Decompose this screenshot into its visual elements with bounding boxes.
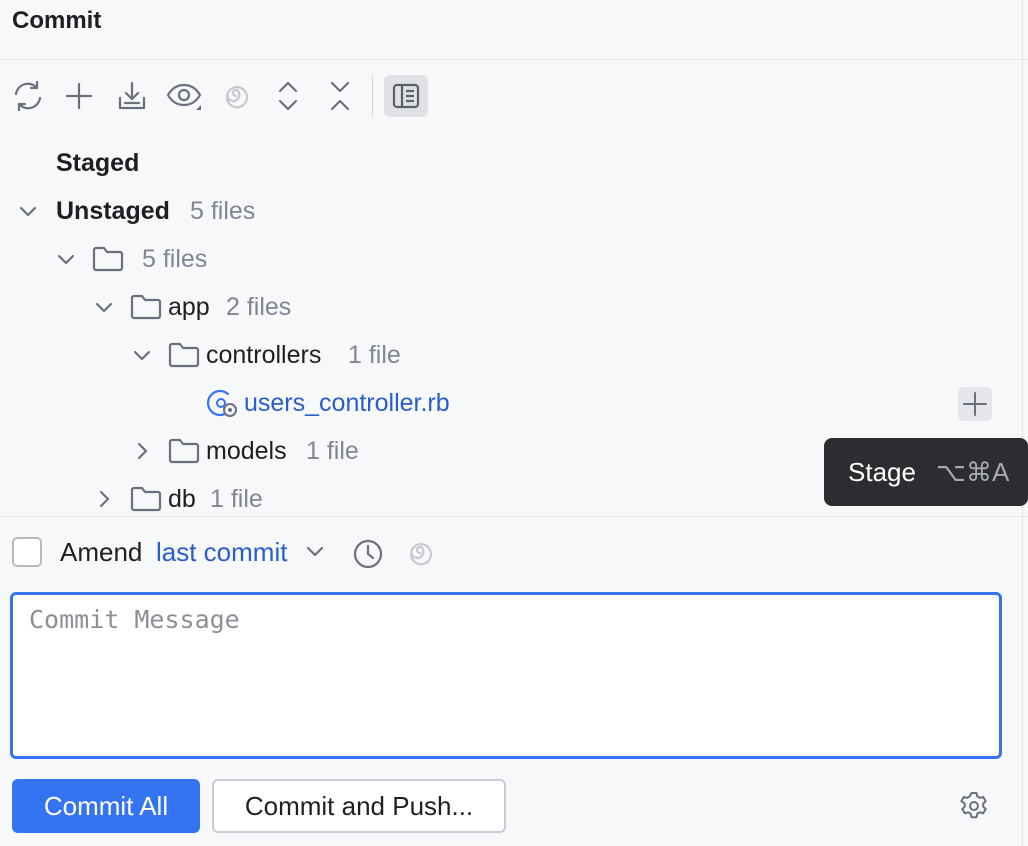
folder-icon [168, 438, 200, 464]
preview-panel-icon [392, 83, 420, 109]
tree-node-app[interactable]: app 2 files [0, 283, 1028, 331]
view-options-button[interactable] [164, 76, 204, 116]
gear-icon[interactable] [958, 790, 990, 822]
eye-icon [166, 80, 202, 112]
collapse-all-button[interactable] [320, 76, 360, 116]
unstaged-count: 5 files [190, 197, 256, 225]
download-icon [116, 80, 148, 112]
users-controller-file-label: users_controller.rb [244, 389, 450, 417]
chevron-down-icon[interactable] [54, 247, 78, 271]
chevron-down-icon[interactable] [130, 343, 154, 367]
diff-preview-toggle[interactable] [384, 75, 428, 117]
root-folder-count: 5 files [142, 245, 208, 273]
commit-and-push-button[interactable]: Commit and Push... [212, 779, 506, 833]
panel-header: Commit [0, 0, 1028, 60]
ai-button[interactable] [216, 76, 256, 116]
app-folder-label: app [168, 293, 210, 321]
amend-label: Amend [60, 537, 143, 567]
amend-last-commit-link[interactable]: last commit [156, 535, 287, 569]
tree-node-controllers[interactable]: controllers 1 file [0, 331, 1028, 379]
tooltip-label: Stage [848, 457, 916, 487]
toolbar-separator [372, 75, 373, 117]
app-folder-count: 2 files [226, 293, 292, 321]
chevron-right-icon[interactable] [130, 439, 154, 463]
collapse-all-icon [325, 79, 355, 113]
expand-all-button[interactable] [268, 76, 308, 116]
update-button[interactable] [112, 76, 152, 116]
plus-icon [962, 391, 988, 417]
models-folder-label: models [206, 437, 287, 465]
ai-swirl-icon[interactable] [405, 538, 435, 568]
staged-label: Staged [56, 149, 140, 177]
ai-swirl-icon [221, 81, 251, 111]
tree-node-users-controller-file[interactable]: users_controller.rb [0, 379, 1028, 427]
refresh-button[interactable] [8, 76, 48, 116]
commit-all-button[interactable]: Commit All [12, 779, 200, 833]
add-button[interactable] [59, 76, 99, 116]
folder-icon [92, 246, 124, 272]
models-folder-count: 1 file [306, 437, 359, 465]
amend-bar: Amend last commit [0, 516, 1028, 590]
chevron-down-icon[interactable] [16, 199, 40, 223]
tree-node-staged[interactable]: Staged [0, 139, 1028, 187]
commit-message-input[interactable] [29, 605, 979, 745]
chevron-down-icon[interactable] [305, 541, 325, 561]
commit-message-box [10, 592, 1002, 759]
folder-icon [130, 486, 162, 512]
stage-file-button[interactable] [958, 387, 992, 421]
commit-toolbar [0, 60, 1028, 132]
controllers-folder-label: controllers [206, 341, 322, 369]
tree-node-unstaged[interactable]: Unstaged 5 files [0, 187, 1028, 235]
tree-node-root-folder[interactable]: 5 files [0, 235, 1028, 283]
refresh-icon [11, 79, 45, 113]
stage-tooltip: Stage ⌥⌘A [824, 438, 1028, 506]
unstaged-label: Unstaged [56, 197, 170, 225]
chevron-right-icon[interactable] [92, 487, 116, 511]
controllers-folder-count: 1 file [348, 341, 401, 369]
amend-checkbox[interactable] [12, 537, 42, 567]
chevron-down-icon[interactable] [92, 295, 116, 319]
commit-history-icon[interactable] [352, 538, 384, 570]
folder-icon [168, 342, 200, 368]
expand-all-icon [273, 79, 303, 113]
folder-icon [130, 294, 162, 320]
plus-icon [64, 81, 94, 111]
ruby-controller-file-icon [206, 388, 240, 418]
tooltip-shortcut: ⌥⌘A [936, 457, 1010, 487]
panel-title: Commit [12, 7, 102, 34]
